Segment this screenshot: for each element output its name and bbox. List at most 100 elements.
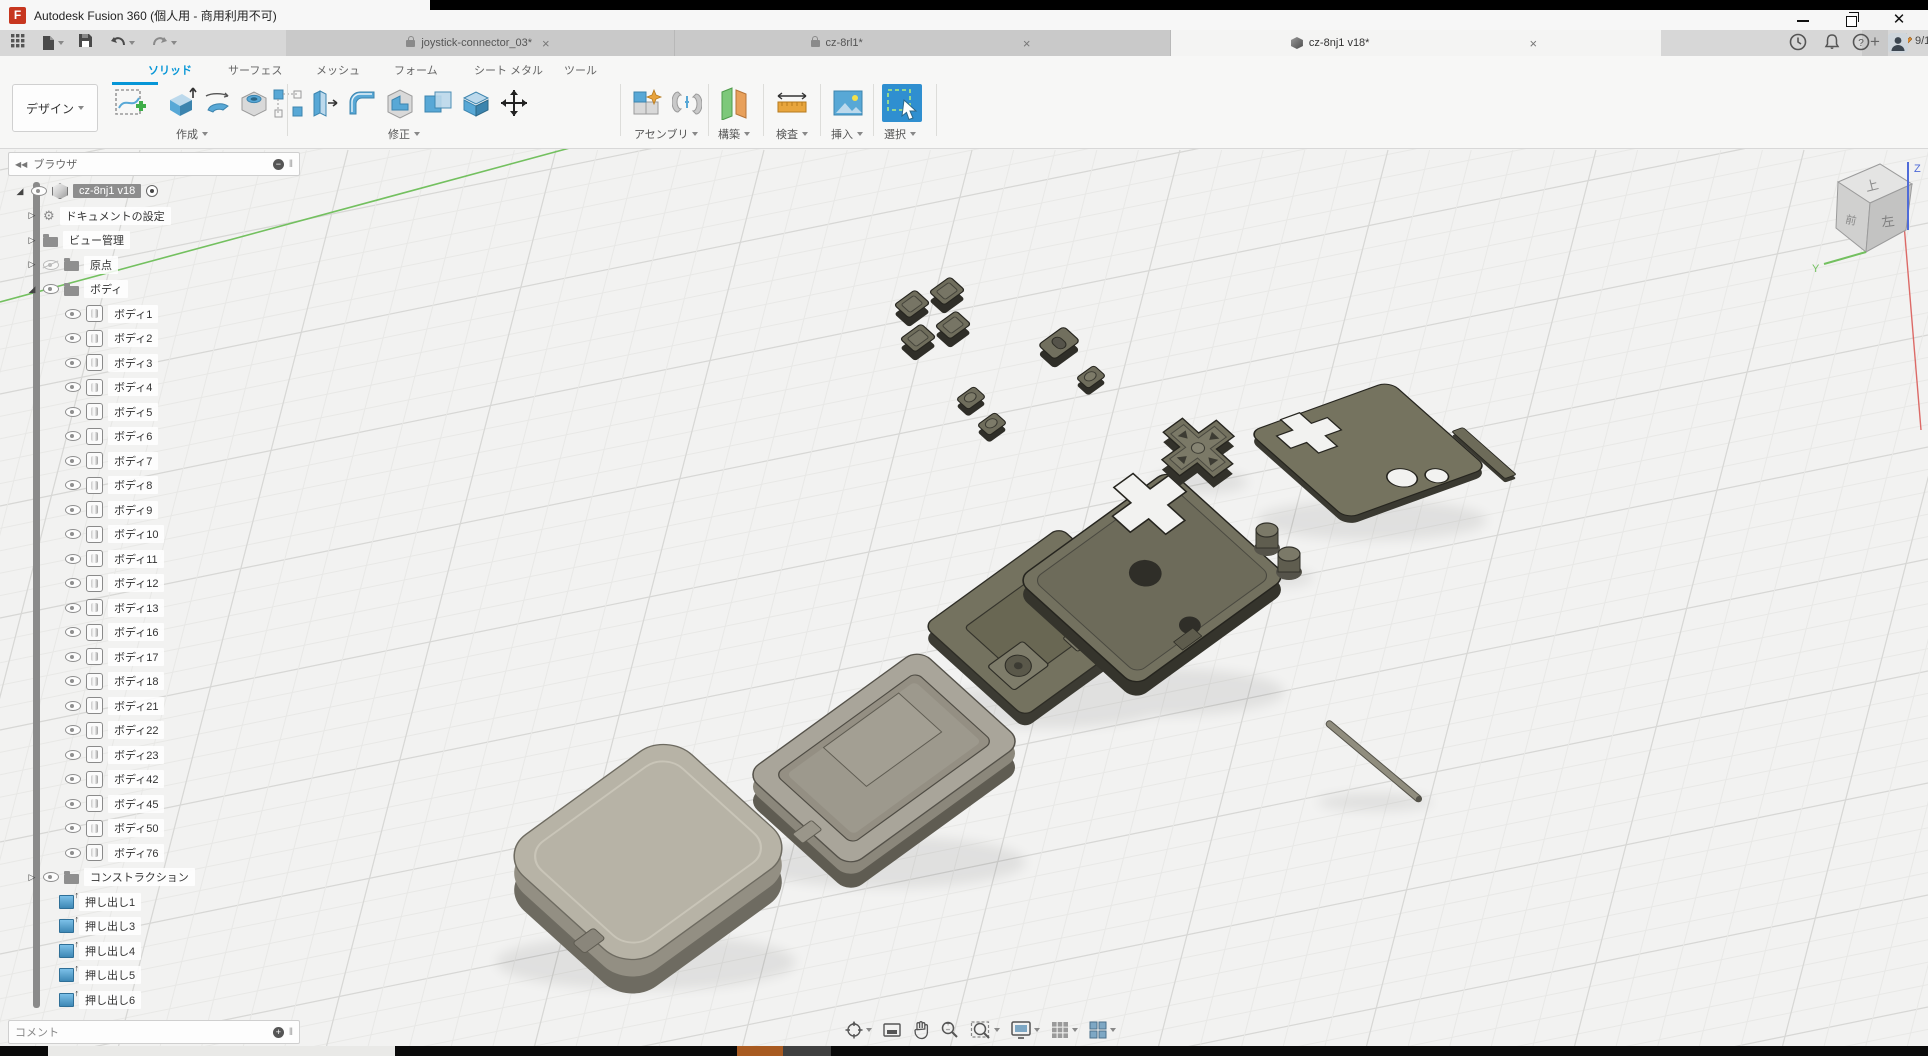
tree-extrude-item[interactable]: 押し出し3	[14, 914, 314, 939]
visibility-eye-icon[interactable]	[65, 578, 81, 588]
tree-item-label[interactable]: ボディ16	[108, 623, 164, 641]
undo-button[interactable]	[110, 33, 135, 53]
tree-origin[interactable]: ▷ 原点	[14, 253, 314, 278]
part-face-plate[interactable]	[1248, 380, 1488, 525]
visibility-eye-icon[interactable]	[65, 529, 81, 539]
tab-cz-8nj1-active[interactable]: cz-8nj1 v18* ×	[1171, 30, 1661, 56]
help-icon[interactable]: ?	[1852, 33, 1872, 53]
tree-item-label[interactable]: ボディ12	[108, 574, 164, 592]
tree-item-label[interactable]: 押し出し5	[79, 966, 141, 984]
tree-root-cz-8nj1[interactable]: ◢ cz-8nj1 v18	[14, 179, 314, 204]
tree-item-label[interactable]: ボディ2	[108, 329, 158, 347]
look-at-icon[interactable]	[882, 1021, 902, 1039]
tree-item-label[interactable]: ドキュメントの設定	[60, 207, 171, 225]
tree-body-item[interactable]: ボディ8	[14, 473, 314, 498]
tree-item-label[interactable]: ボディ17	[108, 648, 164, 666]
tree-body-item[interactable]: ボディ10	[14, 522, 314, 547]
expander-open-icon[interactable]: ◢	[26, 284, 38, 295]
display-settings-icon[interactable]	[1010, 1020, 1040, 1040]
tree-body-item[interactable]: ボディ13	[14, 596, 314, 621]
tree-body-item[interactable]: ボディ17	[14, 645, 314, 670]
tree-item-label[interactable]: ボディ50	[108, 819, 164, 837]
expander-open-icon[interactable]: ◢	[14, 186, 26, 197]
workspace-selector[interactable]: デザイン	[12, 84, 98, 132]
tree-item-label[interactable]: cz-8nj1 v18	[73, 184, 141, 198]
revolve-icon[interactable]	[200, 86, 236, 120]
tree-body-item[interactable]: ボディ3	[14, 351, 314, 376]
ribbon-tab-mesh[interactable]: メッシュ	[310, 60, 366, 80]
split-body-icon[interactable]	[458, 86, 494, 120]
notifications-bell-icon[interactable]	[1823, 33, 1843, 53]
tree-body-item[interactable]: ボディ42	[14, 767, 314, 792]
panel-grip[interactable]: ‖	[289, 1027, 293, 1038]
tree-body-item[interactable]: ボディ4	[14, 375, 314, 400]
tree-extrude-item[interactable]: 押し出し1	[14, 890, 314, 915]
browser-panel-header[interactable]: ◀◀ ブラウザ −‖	[8, 152, 300, 176]
visibility-eye-icon[interactable]	[65, 333, 81, 343]
tree-body-item[interactable]: ボディ22	[14, 718, 314, 743]
tree-bodies-folder[interactable]: ◢ ボディ	[14, 277, 314, 302]
insert-image-icon[interactable]	[830, 86, 866, 120]
ribbon-tab-surface[interactable]: サーフェス	[222, 60, 288, 80]
activate-component-radio[interactable]	[146, 185, 158, 197]
visibility-eye-icon[interactable]	[65, 750, 81, 760]
tree-item-label[interactable]: ボディ23	[108, 746, 164, 764]
tree-item-label[interactable]: ボディ5	[108, 403, 158, 421]
visibility-eye-icon[interactable]	[65, 676, 81, 686]
tree-body-item[interactable]: ボディ21	[14, 694, 314, 719]
visibility-eye-icon[interactable]	[65, 725, 81, 735]
tree-body-item[interactable]: ボディ76	[14, 841, 314, 866]
group-assembly-label[interactable]: アセンブリ	[634, 126, 698, 142]
tree-body-item[interactable]: ボディ5	[14, 400, 314, 425]
fillet-icon[interactable]	[344, 86, 380, 120]
visibility-eye-icon[interactable]	[65, 407, 81, 417]
save-icon[interactable]	[78, 33, 93, 53]
visibility-eye-icon[interactable]	[65, 799, 81, 809]
move-icon[interactable]	[496, 86, 532, 120]
add-comment-icon[interactable]: +	[273, 1027, 284, 1038]
tree-item-label[interactable]: ボディ11	[108, 550, 164, 568]
tree-item-label[interactable]: ボディ42	[108, 770, 164, 788]
tree-extrude-item[interactable]: 押し出し5	[14, 963, 314, 988]
tree-item-label[interactable]: ボディ8	[108, 476, 158, 494]
tree-item-label[interactable]: 押し出し6	[79, 991, 141, 1009]
panel-grip[interactable]: ‖	[289, 159, 293, 170]
ribbon-tab-solid[interactable]: ソリッド	[142, 60, 198, 80]
tree-body-item[interactable]: ボディ11	[14, 547, 314, 572]
select-tool-tile[interactable]	[882, 84, 922, 122]
new-component-icon[interactable]	[630, 86, 666, 120]
create-sketch-icon[interactable]	[112, 86, 148, 120]
tree-item-label[interactable]: ボディ21	[108, 697, 164, 715]
combine-icon[interactable]	[420, 86, 456, 120]
visibility-eye-icon[interactable]	[65, 848, 81, 858]
visibility-eye-icon[interactable]	[65, 456, 81, 466]
tree-body-item[interactable]: ボディ23	[14, 743, 314, 768]
app-grid-icon[interactable]	[10, 33, 26, 53]
tree-item-label[interactable]: ボディ76	[108, 844, 164, 862]
expander-closed-icon[interactable]: ▷	[26, 259, 38, 270]
visibility-eye-icon[interactable]	[65, 309, 81, 319]
tree-item-label[interactable]: ボディ13	[108, 599, 164, 617]
tree-body-item[interactable]: ボディ16	[14, 620, 314, 645]
tree-document-settings[interactable]: ▷⚙ドキュメントの設定	[14, 204, 314, 229]
construct-plane-icon[interactable]	[716, 86, 752, 120]
restore-button[interactable]	[1836, 12, 1866, 28]
zoom-icon[interactable]: +−	[940, 1020, 960, 1040]
tree-item-label[interactable]: ボディ45	[108, 795, 164, 813]
visibility-eye-icon[interactable]	[65, 774, 81, 784]
tree-item-label[interactable]: ボディ10	[108, 525, 164, 543]
expander-closed-icon[interactable]: ▷	[26, 872, 38, 883]
tree-view-management[interactable]: ▷ビュー管理	[14, 228, 314, 253]
group-construct-label[interactable]: 構築	[718, 126, 750, 142]
expander-closed-icon[interactable]: ▷	[26, 210, 38, 221]
extrude-icon[interactable]	[162, 86, 198, 120]
comment-bar[interactable]: コメント +‖	[8, 1020, 300, 1044]
tree-item-label[interactable]: 押し出し4	[79, 942, 141, 960]
group-insert-label[interactable]: 挿入	[831, 126, 863, 142]
tree-item-label[interactable]: 原点	[84, 256, 118, 274]
visibility-eye-icon[interactable]	[65, 382, 81, 392]
ribbon-tab-form[interactable]: フォーム	[388, 60, 444, 80]
tree-item-label[interactable]: ボディ	[84, 280, 128, 298]
visibility-eye-icon[interactable]	[65, 431, 81, 441]
tree-item-label[interactable]: ボディ6	[108, 427, 158, 445]
